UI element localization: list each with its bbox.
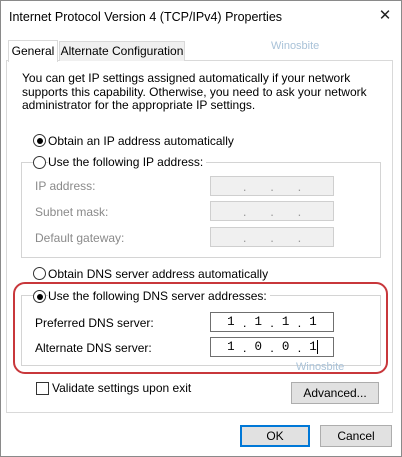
description-text: You can get IP settings assigned automat… [22, 71, 367, 112]
use-following-ip-radio[interactable] [33, 156, 46, 169]
ip-address-label: IP address: [35, 179, 96, 193]
obtain-dns-auto-radio[interactable] [33, 267, 46, 280]
obtain-ip-auto-label[interactable]: Obtain an IP address automatically [48, 134, 234, 148]
subnet-mask-label: Subnet mask: [35, 205, 109, 219]
subnet-mask-input: . . . [210, 201, 334, 221]
obtain-ip-auto-radio[interactable] [33, 134, 46, 147]
advanced-button[interactable]: Advanced... [291, 382, 379, 404]
window-title: Internet Protocol Version 4 (TCP/IPv4) P… [9, 10, 283, 24]
watermark-text: Winosbite [271, 40, 320, 52]
cancel-button[interactable]: Cancel [320, 425, 392, 447]
tab-alternate-configuration[interactable]: Alternate Configuration [59, 41, 185, 61]
obtain-dns-auto-label[interactable]: Obtain DNS server address automatically [48, 267, 268, 281]
ok-button[interactable]: OK [240, 425, 310, 447]
tab-general[interactable]: General [8, 40, 58, 62]
validate-settings-label[interactable]: Validate settings upon exit [52, 381, 191, 395]
default-gateway-label: Default gateway: [35, 231, 125, 245]
validate-settings-checkbox[interactable] [36, 382, 49, 395]
default-gateway-input: . . . [210, 227, 334, 247]
watermark-text-2: Winosbite [296, 361, 345, 373]
use-following-ip-label[interactable]: Use the following IP address: [48, 155, 207, 169]
ip-address-input: . . . [210, 176, 334, 196]
close-icon[interactable]: ✕ [373, 4, 397, 28]
